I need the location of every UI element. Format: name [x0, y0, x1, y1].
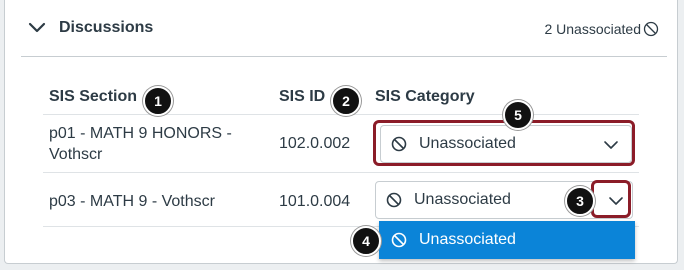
row-divider [43, 172, 639, 173]
section-title: Discussions [59, 19, 154, 36]
callout-1: 1 [143, 86, 173, 116]
callout-3: 3 [565, 186, 595, 216]
discussions-panel: Discussions 2 Unassociated SIS Section S… [4, 0, 678, 264]
row-1-sis-id: 102.0.002 [279, 135, 351, 152]
dropdown-option-label: Unassociated [419, 231, 516, 248]
row-2-section: p03 - MATH 9 - Vothscr [49, 193, 215, 210]
dropdown-option-unassociated[interactable]: Unassociated [379, 221, 635, 259]
row-2-sis-id: 101.0.004 [279, 193, 351, 210]
column-header-sis-id: SIS ID [279, 88, 326, 105]
column-header-sis-category: SIS Category [375, 88, 475, 105]
no-entry-icon [391, 232, 407, 248]
header-divider [21, 56, 667, 57]
callout-2: 2 [331, 86, 361, 116]
no-entry-icon [386, 192, 402, 208]
unassociated-count: 2 Unassociated [544, 21, 641, 37]
column-header-sis-section: SIS Section [49, 88, 138, 105]
no-entry-icon [643, 21, 659, 37]
collapse-chevron-icon[interactable] [27, 18, 47, 38]
dropdown-arrow-highlight [591, 180, 631, 218]
callout-5: 5 [503, 100, 533, 130]
row-1-section-line-1: p01 - MATH 9 HONORS - [49, 125, 232, 142]
section-header[interactable]: Discussions 2 Unassociated [5, 0, 677, 56]
category-select-highlight [373, 120, 635, 166]
callout-4: 4 [351, 226, 381, 256]
row-1-section-line-2: Vothscr [49, 146, 103, 163]
row-2-category-value: Unassociated [414, 191, 511, 208]
